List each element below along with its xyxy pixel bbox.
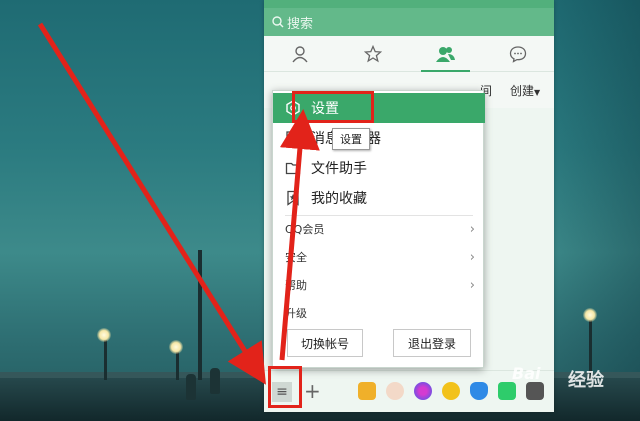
annotation-arrows: [37, 22, 320, 385]
watermark-logo: Bai: [512, 364, 541, 383]
arrow-to-settings: [279, 109, 320, 361]
watermark-text: 经验: [568, 370, 604, 391]
baidu-watermark: Bai 经验: [512, 360, 628, 396]
arrow-to-menu: [37, 22, 266, 385]
